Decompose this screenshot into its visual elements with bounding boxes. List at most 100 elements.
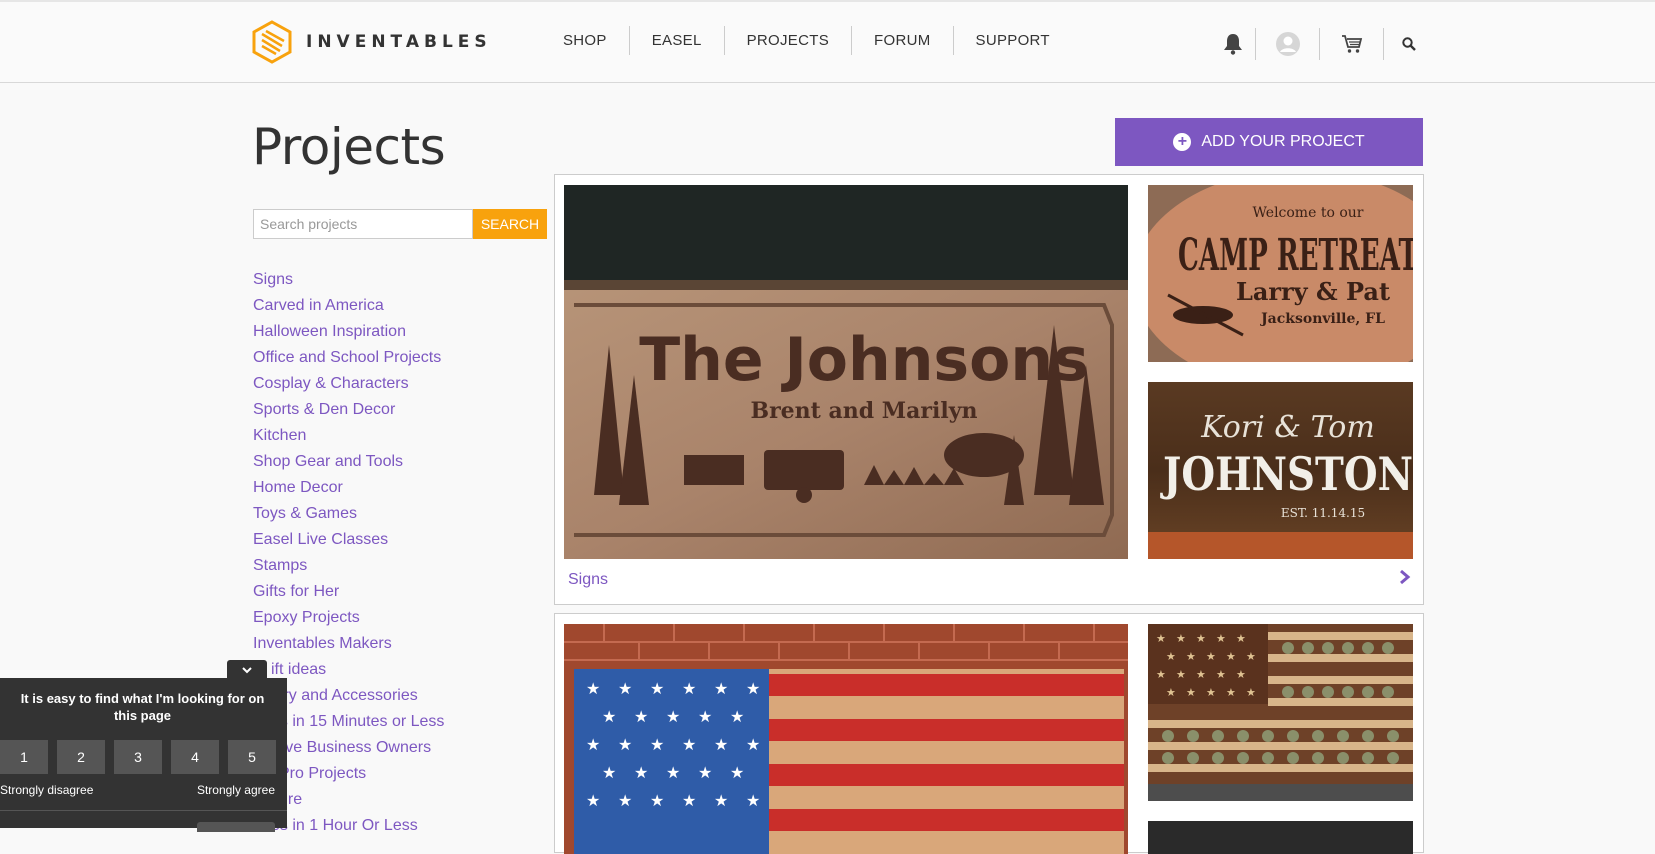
- account-button[interactable]: [1255, 28, 1319, 60]
- category-card-flags[interactable]: ★ ★ ★ ★ ★ ★ ★ ★ ★ ★ ★ ★ ★ ★ ★ ★ ★ ★ ★ ★ ★ ★ ★ ★ ★ ★ ★ ★: [554, 613, 1424, 854]
- search-button[interactable]: SEARCH: [473, 209, 547, 239]
- rating-option-1[interactable]: 1: [0, 740, 48, 774]
- category-link-inventables-makers[interactable]: Inventables Makers: [253, 632, 444, 658]
- svg-text:★: ★: [1206, 650, 1216, 663]
- svg-text:★: ★: [714, 791, 728, 810]
- nav-projects[interactable]: PROJECTS: [723, 26, 851, 55]
- nav-forum[interactable]: FORUM: [851, 26, 953, 55]
- rating-option-4[interactable]: 4: [171, 740, 219, 774]
- svg-text:★: ★: [1166, 650, 1176, 663]
- category-card-signs[interactable]: The Johnsons Brent and Marilyn Welcome t…: [554, 174, 1424, 605]
- svg-text:★: ★: [1176, 632, 1186, 645]
- feedback-submit-button[interactable]: [197, 822, 275, 832]
- svg-text:★: ★: [746, 791, 760, 810]
- svg-text:★: ★: [1246, 686, 1256, 699]
- svg-text:★: ★: [1246, 650, 1256, 663]
- svg-text:★: ★: [618, 735, 632, 754]
- project-image-coin-flag[interactable]: ★ ★ ★ ★ ★ ★ ★ ★ ★ ★ ★ ★ ★ ★ ★ ★ ★ ★ ★ ★: [1148, 624, 1413, 801]
- rating-scale: 1 2 3 4 5: [0, 740, 285, 774]
- svg-text:★: ★: [1226, 686, 1236, 699]
- category-link-easel-live[interactable]: Easel Live Classes: [253, 528, 444, 554]
- svg-text:★: ★: [602, 707, 616, 726]
- feedback-question: It is easy to find what I'm looking for …: [20, 691, 265, 723]
- project-image-wooden-flag[interactable]: ★ ★ ★ ★ ★ ★ ★ ★ ★ ★ ★ ★ ★ ★ ★ ★ ★ ★ ★ ★ ★ ★ ★ ★ ★ ★ ★ ★: [564, 624, 1128, 854]
- category-link-carved-in-america[interactable]: Carved in America: [253, 294, 444, 320]
- nav-support[interactable]: SUPPORT: [952, 26, 1072, 55]
- project-search: SEARCH: [253, 209, 547, 239]
- svg-text:★: ★: [1196, 668, 1206, 681]
- feedback-collapse-button[interactable]: [227, 660, 267, 680]
- camp-sign-line3: Larry & Pat: [1236, 277, 1390, 306]
- header-actions: [1210, 28, 1434, 60]
- svg-text:★: ★: [618, 679, 632, 698]
- svg-text:★: ★: [1206, 686, 1216, 699]
- flag-illustration: ★ ★ ★ ★ ★ ★ ★ ★ ★ ★ ★ ★ ★ ★ ★ ★ ★ ★ ★ ★ ★ ★ ★ ★ ★ ★ ★ ★: [564, 624, 1128, 854]
- svg-text:★: ★: [586, 679, 600, 698]
- card-next-button[interactable]: [1399, 569, 1411, 590]
- svg-text:★: ★: [650, 735, 664, 754]
- category-link-kitchen[interactable]: Kitchen: [253, 424, 444, 450]
- project-image-the-johnsons[interactable]: The Johnsons Brent and Marilyn: [564, 185, 1128, 559]
- svg-text:★: ★: [682, 679, 696, 698]
- cart-button[interactable]: [1319, 28, 1383, 60]
- svg-text:★: ★: [698, 707, 712, 726]
- category-link-sports-den[interactable]: Sports & Den Decor: [253, 398, 444, 424]
- sign-text-sub: Brent and Marilyn: [751, 398, 978, 424]
- svg-text:★: ★: [586, 791, 600, 810]
- category-link-home-decor[interactable]: Home Decor: [253, 476, 444, 502]
- svg-text:★: ★: [618, 791, 632, 810]
- user-avatar-icon: [1275, 32, 1300, 56]
- project-image-johnston[interactable]: Kori & Tom JOHNSTON EST. 11.14.15: [1148, 382, 1413, 559]
- project-image-partial[interactable]: [1148, 821, 1413, 854]
- nav-shop[interactable]: SHOP: [541, 26, 629, 55]
- svg-text:★: ★: [714, 679, 728, 698]
- main-nav: SHOP EASEL PROJECTS FORUM SUPPORT: [541, 26, 1072, 55]
- card-title-signs[interactable]: Signs: [568, 571, 608, 589]
- category-link-stamps[interactable]: Stamps: [253, 554, 444, 580]
- page-title: Projects: [252, 118, 446, 176]
- rating-option-3[interactable]: 3: [114, 740, 162, 774]
- category-link-office-school[interactable]: Office and School Projects: [253, 346, 444, 372]
- svg-text:★: ★: [746, 735, 760, 754]
- add-project-label: ADD YOUR PROJECT: [1201, 133, 1365, 150]
- category-link-epoxy[interactable]: Epoxy Projects: [253, 606, 444, 632]
- add-project-button[interactable]: + ADD YOUR PROJECT: [1115, 118, 1423, 166]
- category-link-halloween[interactable]: Halloween Inspiration: [253, 320, 444, 346]
- scale-low-label: Strongly disagree: [0, 783, 94, 797]
- svg-text:★: ★: [666, 707, 680, 726]
- svg-text:★: ★: [1186, 650, 1196, 663]
- svg-text:★: ★: [1186, 686, 1196, 699]
- rating-option-5[interactable]: 5: [228, 740, 276, 774]
- search-input[interactable]: [253, 209, 473, 239]
- category-link-toys-games[interactable]: Toys & Games: [253, 502, 444, 528]
- svg-text:★: ★: [602, 763, 616, 782]
- logo[interactable]: INVENTABLES: [252, 20, 492, 64]
- site-search-button[interactable]: [1383, 28, 1434, 60]
- svg-text:★: ★: [1156, 632, 1166, 645]
- svg-text:★: ★: [1156, 668, 1166, 681]
- rating-option-2[interactable]: 2: [57, 740, 105, 774]
- svg-text:★: ★: [666, 763, 680, 782]
- camp-sign-line2: CAMP RETREAT: [1178, 230, 1413, 281]
- project-image-camp-retreat[interactable]: Welcome to our CAMP RETREAT Larry & Pat …: [1148, 185, 1413, 362]
- brand-name: INVENTABLES: [306, 32, 492, 52]
- svg-text:★: ★: [714, 735, 728, 754]
- category-link-signs[interactable]: Signs: [253, 268, 444, 294]
- site-header: INVENTABLES SHOP EASEL PROJECTS FORUM SU…: [0, 0, 1655, 83]
- johnston-sign-line3: EST. 11.14.15: [1281, 506, 1365, 520]
- category-link-cosplay[interactable]: Cosplay & Characters: [253, 372, 444, 398]
- svg-text:★: ★: [634, 707, 648, 726]
- svg-text:★: ★: [1236, 632, 1246, 645]
- svg-text:★: ★: [730, 763, 744, 782]
- notifications-button[interactable]: [1210, 28, 1255, 60]
- nav-easel[interactable]: EASEL: [628, 26, 724, 55]
- sign-text-main: The Johnsons: [639, 325, 1089, 395]
- camp-sign-illustration: Welcome to our CAMP RETREAT Larry & Pat …: [1148, 185, 1413, 362]
- plus-circle-icon: +: [1173, 133, 1192, 151]
- johnston-sign-line2: JOHNSTON: [1160, 447, 1413, 501]
- svg-text:★: ★: [1226, 650, 1236, 663]
- category-link-shop-gear[interactable]: Shop Gear and Tools: [253, 450, 444, 476]
- svg-text:★: ★: [682, 791, 696, 810]
- category-link-gifts-for-her[interactable]: Gifts for Her: [253, 580, 444, 606]
- svg-text:★: ★: [586, 735, 600, 754]
